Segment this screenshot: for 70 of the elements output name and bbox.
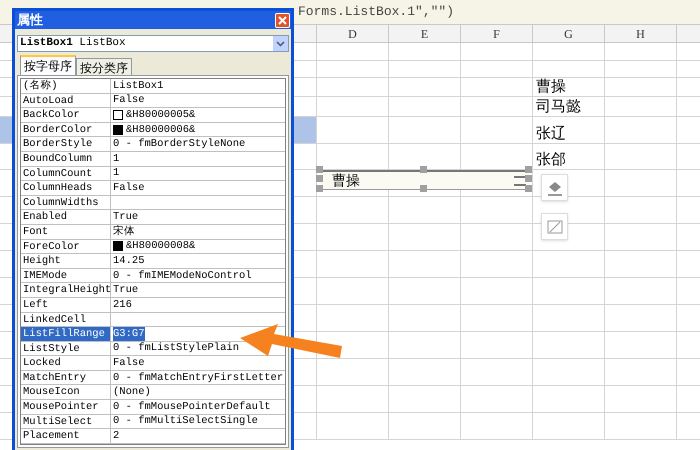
property-value[interactable]: &H80000006& — [126, 122, 196, 137]
property-value[interactable]: 0 - fmIMEModeNoControl — [113, 268, 252, 283]
property-value[interactable]: 0 - fmBorderStyleNone — [113, 137, 246, 152]
property-name[interactable]: Font — [21, 224, 111, 239]
property-value[interactable]: True — [113, 210, 138, 224]
property-name[interactable]: ColumnWidths — [21, 196, 111, 210]
property-name[interactable]: BorderColor — [21, 122, 111, 136]
property-name[interactable]: BoundColumn — [21, 152, 111, 166]
property-name[interactable]: MouseIcon — [21, 385, 111, 400]
cell-text: 曹操 — [535, 78, 566, 96]
column-header[interactable]: E — [389, 25, 461, 42]
property-value[interactable]: 0 - fmMatchEntryFirstLetter — [113, 370, 284, 385]
property-value[interactable]: True — [113, 283, 138, 298]
property-name[interactable]: AutoLoad — [21, 94, 111, 108]
resize-handle[interactable] — [420, 185, 427, 192]
property-value[interactable]: (None) — [113, 385, 151, 400]
column-header[interactable]: D — [317, 25, 389, 42]
property-value[interactable]: False — [113, 180, 145, 195]
formula-text: Forms.ListBox.1","") — [298, 3, 454, 22]
caret-icon — [273, 36, 288, 51]
property-value[interactable]: G3:G7 — [113, 326, 145, 341]
property-name[interactable]: Locked — [21, 356, 111, 370]
property-value[interactable]: False — [113, 356, 145, 370]
property-name[interactable]: (名称) — [21, 79, 111, 93]
property-value[interactable]: &H80000005& — [126, 108, 196, 122]
property-value[interactable]: 0 - fmMultiSelectSingle — [113, 414, 258, 428]
property-name[interactable]: BorderStyle — [21, 137, 111, 151]
fill-color-button[interactable] — [541, 174, 568, 201]
object-dropdown[interactable]: ListBox1 ListBox — [17, 35, 289, 52]
cell-text: 张郃 — [535, 151, 566, 169]
property-name[interactable]: IMEMode — [21, 268, 111, 282]
property-value[interactable]: 0 - fmMousePointerDefault — [113, 400, 271, 414]
property-value[interactable]: ListBox1 — [113, 78, 164, 93]
property-value[interactable]: 1 — [113, 166, 120, 180]
list-box-control[interactable]: 曹操 — [320, 170, 530, 190]
property-name[interactable]: ColumnCount — [21, 166, 111, 180]
property-name[interactable]: Placement — [21, 429, 111, 443]
property-value[interactable]: 宋体 — [113, 224, 135, 239]
property-value[interactable]: 216 — [113, 298, 132, 312]
property-value[interactable]: &H80000008& — [126, 239, 196, 254]
property-name[interactable]: ListStyle — [21, 342, 111, 356]
cell-text: 张辽 — [535, 125, 566, 143]
property-name[interactable]: Enabled — [21, 210, 111, 224]
column-header[interactable]: F — [461, 25, 533, 42]
property-value[interactable]: 0 - fmListStylePlain — [113, 341, 240, 356]
property-value[interactable]: 2 — [113, 429, 120, 444]
close-icon — [278, 16, 287, 24]
cell-text: 司马懿 — [535, 98, 581, 116]
close-button[interactable] — [275, 12, 290, 28]
property-name[interactable]: ListFillRange — [21, 327, 111, 341]
property-name[interactable]: BackColor — [21, 108, 111, 122]
property-name[interactable]: MultiSelect — [21, 414, 111, 428]
property-value[interactable]: 14.25 — [113, 254, 145, 268]
property-name[interactable]: LinkedCell — [21, 312, 111, 326]
property-name[interactable]: MatchEntry — [21, 370, 111, 384]
property-name[interactable]: IntegralHeight — [21, 283, 111, 297]
property-value[interactable]: False — [113, 93, 145, 108]
shape-outline-button[interactable] — [541, 213, 568, 240]
column-header[interactable]: H — [605, 25, 677, 42]
column-header[interactable]: G — [533, 25, 605, 42]
tab[interactable]: 按分类序 — [76, 58, 132, 75]
tab[interactable]: 按字母序 — [20, 55, 76, 75]
property-name[interactable]: Left — [21, 298, 111, 312]
shape-icon — [546, 220, 562, 234]
property-name[interactable]: ColumnHeads — [21, 181, 111, 195]
property-name[interactable]: MousePointer — [21, 400, 111, 414]
resize-handle[interactable] — [420, 166, 427, 173]
property-value[interactable]: 1 — [113, 152, 120, 166]
property-name[interactable]: Height — [21, 254, 111, 268]
property-name[interactable]: ForeColor — [21, 240, 111, 254]
